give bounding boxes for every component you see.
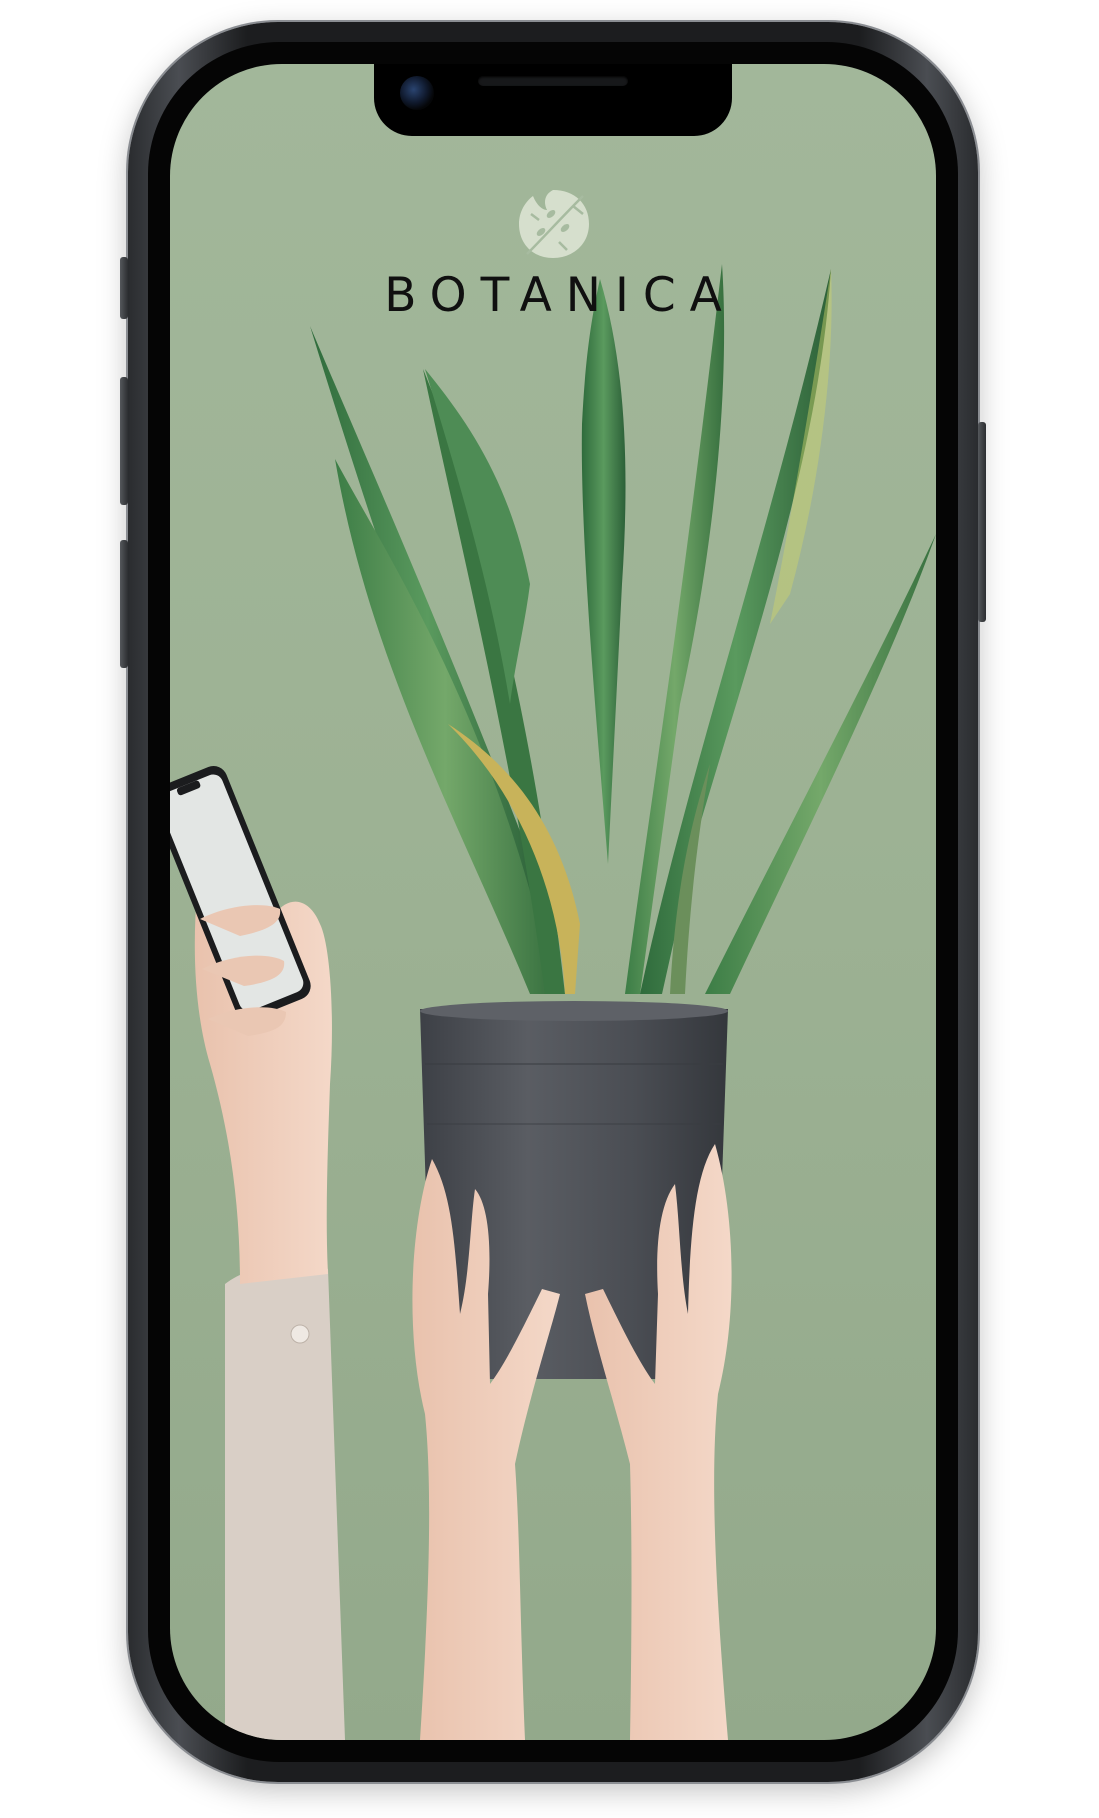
earpiece-speaker <box>478 76 628 86</box>
hand-holding-phone <box>170 766 345 1740</box>
front-camera-icon <box>400 76 434 110</box>
brand-header: BOTANICA <box>170 184 936 323</box>
screen-notch <box>374 64 732 136</box>
power-button <box>978 422 986 622</box>
volume-down-button <box>120 540 128 668</box>
monstera-leaf-icon <box>519 190 589 258</box>
brand-wordmark: BOTANICA <box>384 268 736 323</box>
snake-plant-leaves <box>310 264 936 994</box>
mute-switch <box>120 257 128 319</box>
mockup-stage: BOTANICA <box>0 0 1099 1818</box>
phone-bezel: BOTANICA <box>148 42 958 1762</box>
volume-up-button <box>120 377 128 505</box>
phone-screen: BOTANICA <box>170 64 936 1740</box>
phone-frame: BOTANICA <box>120 22 986 1782</box>
